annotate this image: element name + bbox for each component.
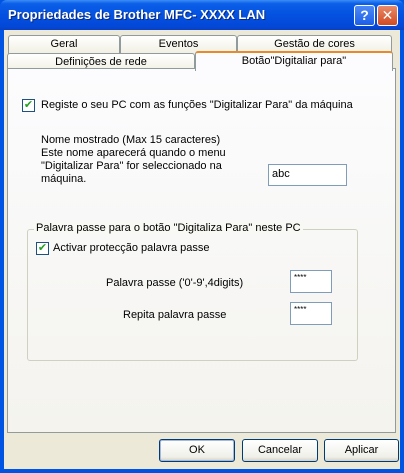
display-name-label-line1: Nome mostrado (Max 15 caracteres): [41, 134, 221, 146]
activate-password-checkbox[interactable]: ✔: [36, 242, 49, 255]
display-name-label-line3: "Digitalizar Para" for seleccionado na: [41, 160, 222, 172]
repeat-password-label: Repita palavra passe: [123, 309, 227, 321]
tab-panel: ✔ Registe o seu PC com as funções "Digit…: [7, 68, 396, 433]
repeat-password-input[interactable]: ****: [290, 302, 332, 325]
close-button[interactable]: ✕: [377, 5, 398, 26]
display-name-label-line4: máquina.: [41, 173, 87, 185]
apply-button[interactable]: Aplicar: [324, 439, 399, 462]
window-title: Propriedades de Brother MFC- XXXX LAN: [8, 7, 266, 22]
activate-password-label: Activar protecção palavra passe: [53, 242, 210, 254]
dialog-client-area: Geral Eventos Gestão de cores Definições…: [4, 30, 400, 469]
password-group: Palavra passe para o botão "Digitaliza P…: [27, 222, 358, 361]
ok-button[interactable]: OK: [159, 439, 235, 462]
cancel-button[interactable]: Cancelar: [242, 439, 318, 462]
password-group-legend: Palavra passe para o botão "Digitaliza P…: [34, 222, 303, 234]
help-button[interactable]: ?: [354, 5, 375, 26]
tab-botao-digitalizar-para[interactable]: Botão"Digitaliar para": [195, 51, 393, 71]
register-checkbox[interactable]: ✔: [22, 99, 35, 112]
password-input[interactable]: ****: [290, 270, 332, 293]
password-label: Palavra passe ('0'-9',4digits): [106, 277, 244, 289]
tab-geral[interactable]: Geral: [8, 35, 120, 54]
register-label: Registe o seu PC com as funções "Digital…: [41, 99, 353, 111]
display-name-input[interactable]: abc: [268, 164, 347, 186]
display-name-label-line2: Este nome aparecerá quando o menu: [41, 147, 226, 159]
title-bar[interactable]: Propriedades de Brother MFC- XXXX LAN ? …: [0, 0, 404, 30]
properties-dialog: Propriedades de Brother MFC- XXXX LAN ? …: [0, 0, 404, 473]
